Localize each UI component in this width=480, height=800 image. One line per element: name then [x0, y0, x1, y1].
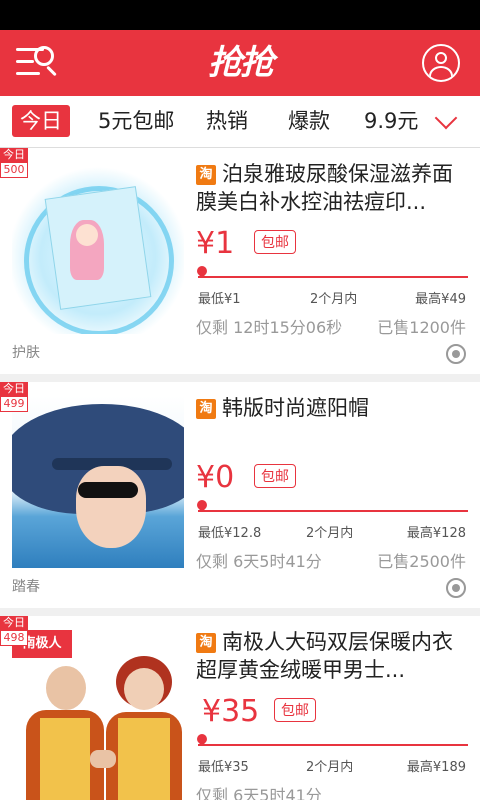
- category-tabs: 今日 5元包邮 热销 爆款 9.9元: [0, 96, 480, 148]
- price: ¥0: [196, 460, 235, 495]
- product-card[interactable]: 今日 500 淘泊泉雅玻尿酸保湿滋养面膜美白补水控油祛痘印... ¥1 包邮 最…: [0, 148, 480, 374]
- taobao-icon: 淘: [196, 399, 216, 419]
- rank-badge: 今日 499: [0, 382, 28, 412]
- sold-count: 已售2500件: [377, 552, 466, 571]
- price-history-line: [198, 510, 468, 512]
- tab-5yuan-free-shipping[interactable]: 5元包邮: [98, 105, 174, 137]
- status-bar: [0, 0, 480, 30]
- category-label[interactable]: 踏春: [12, 576, 40, 596]
- price-period: 2个月内: [306, 526, 354, 541]
- product-card[interactable]: 今日 498 南极人 淘南极人大码双层保暖内衣超厚黄金绒暖甲男士... ¥35 …: [0, 616, 480, 800]
- rank-badge: 今日 500: [0, 148, 28, 178]
- sold-count: 已售1200件: [377, 318, 466, 337]
- product-card[interactable]: 今日 499 淘韩版时尚遮阳帽 ¥0 包邮 最低¥12.8 2个月内 最高¥12…: [0, 382, 480, 608]
- free-shipping-tag: 包邮: [254, 230, 296, 254]
- highest-price: 最高¥189: [406, 760, 466, 775]
- app-header: 抢抢: [0, 30, 480, 96]
- product-image[interactable]: [12, 396, 184, 568]
- app-logo: 抢抢: [208, 43, 274, 83]
- chevron-down-icon[interactable]: [432, 110, 462, 132]
- product-image[interactable]: 南极人: [12, 630, 184, 800]
- price-history-line: [198, 744, 468, 746]
- price-period: 2个月内: [310, 292, 358, 307]
- price-period: 2个月内: [306, 760, 354, 775]
- price-history-line: [198, 276, 468, 278]
- product-title[interactable]: 淘南极人大码双层保暖内衣超厚黄金绒暖甲男士...: [196, 628, 468, 684]
- lowest-price: 最低¥1: [198, 292, 241, 307]
- tab-hot-sale[interactable]: 热销: [206, 105, 248, 137]
- highest-price: 最高¥128: [406, 526, 466, 541]
- tab-today[interactable]: 今日: [12, 105, 70, 137]
- taobao-icon: 淘: [196, 633, 216, 653]
- product-title[interactable]: 淘韩版时尚遮阳帽: [196, 394, 468, 422]
- tab-bestseller[interactable]: 爆款: [288, 105, 330, 137]
- category-label[interactable]: 护肤: [12, 342, 40, 362]
- locate-icon[interactable]: [446, 578, 466, 598]
- lowest-price: 最低¥35: [198, 760, 249, 775]
- product-title[interactable]: 淘泊泉雅玻尿酸保湿滋养面膜美白补水控油祛痘印...: [196, 160, 468, 216]
- price: ¥35: [202, 694, 260, 729]
- free-shipping-tag: 包邮: [254, 464, 296, 488]
- rank-badge: 今日 498: [0, 616, 28, 646]
- lowest-price: 最低¥12.8: [198, 526, 262, 541]
- locate-icon[interactable]: [446, 344, 466, 364]
- tab-9-9-yuan[interactable]: 9.9元: [364, 105, 418, 137]
- menu-search-icon[interactable]: [16, 44, 58, 80]
- highest-price: 最高¥49: [415, 292, 466, 307]
- price: ¥1: [196, 226, 235, 261]
- time-remaining: 仅剩 6天5时41分: [196, 552, 322, 571]
- taobao-icon: 淘: [196, 165, 216, 185]
- time-remaining: 仅剩 12时15分06秒: [196, 318, 343, 337]
- time-remaining: 仅剩 6天5时41分: [196, 786, 322, 800]
- product-image[interactable]: [12, 162, 184, 334]
- user-icon[interactable]: [422, 44, 460, 82]
- free-shipping-tag: 包邮: [274, 698, 316, 722]
